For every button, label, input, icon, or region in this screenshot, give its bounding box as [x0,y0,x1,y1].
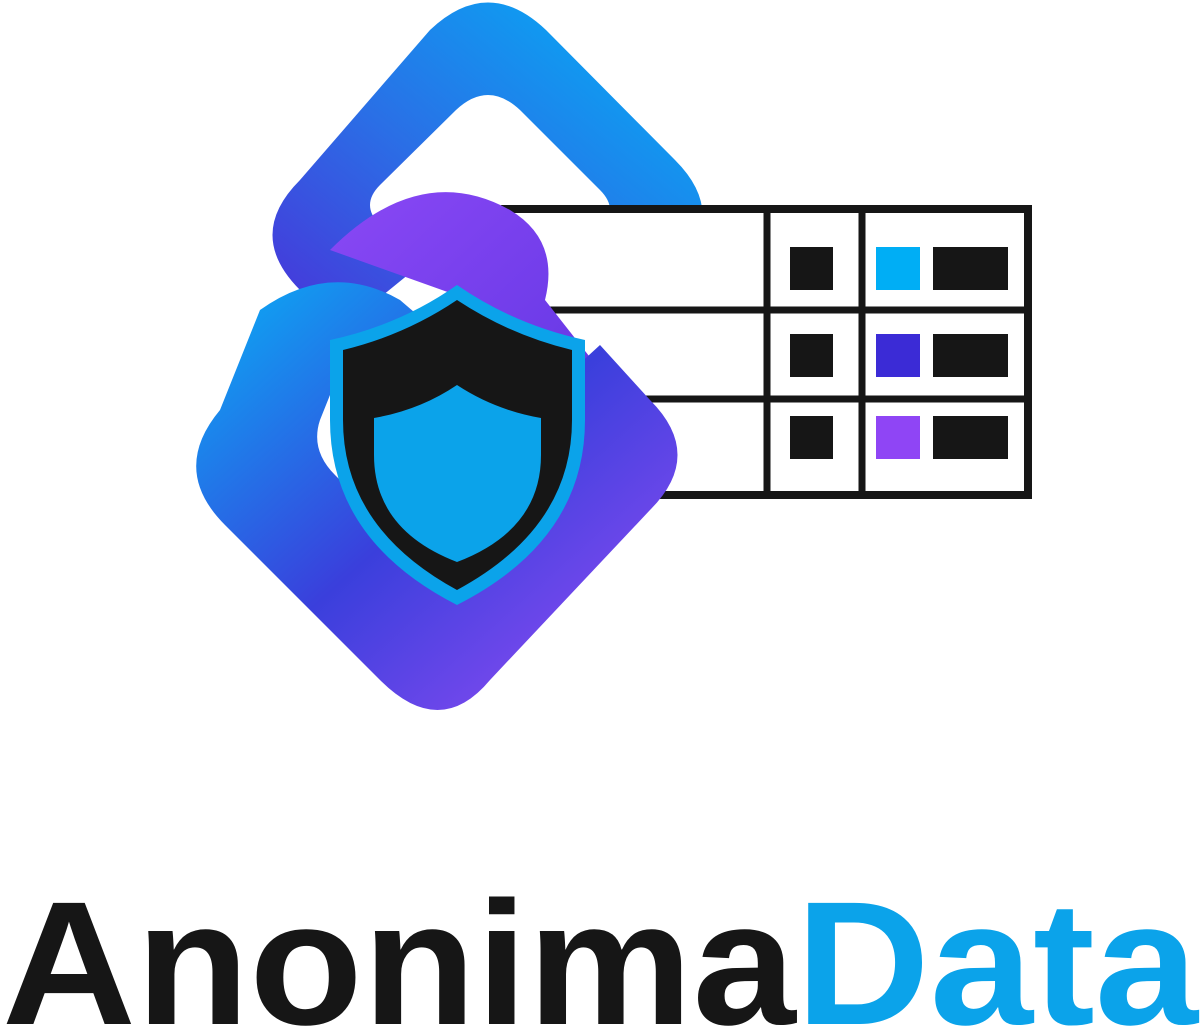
table-cell-bar [933,334,1008,377]
table-cell-mark [790,416,833,459]
table-cell-mark [790,247,833,290]
brand-name-part2: Data [796,866,1199,1032]
table-cell-color-cyan [876,247,920,290]
brand-name-part1: Anonima [2,866,797,1032]
table-cell-color-purple [876,416,920,459]
anonimadata-logo: Anonima Data [2,2,1199,1032]
table-cell-mark [790,334,833,377]
table-cell-color-indigo [876,334,920,377]
table-cell-bar [933,416,1008,459]
table-cell-bar [933,247,1008,290]
brand-wordmark: Anonima Data [2,866,1199,1032]
